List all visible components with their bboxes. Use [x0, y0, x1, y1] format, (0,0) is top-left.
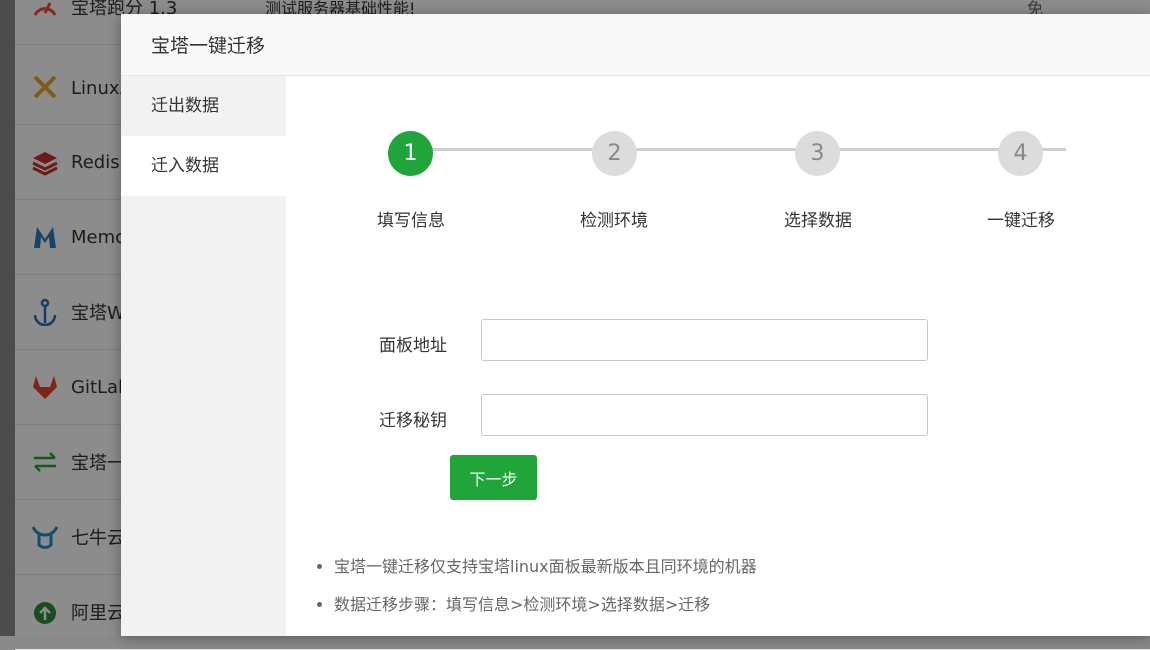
step-2-circle: 2: [592, 131, 637, 176]
next-step-button[interactable]: 下一步: [450, 455, 537, 500]
step-progress: 1 填写信息 2 检测环境 3 选择数据 4 一键迁移: [286, 76, 1150, 276]
import-content: 1 填写信息 2 检测环境 3 选择数据 4 一键迁移 面板地址 迁移秘钥 下一…: [286, 76, 1150, 636]
nav-item-export-data[interactable]: 迁出数据: [121, 76, 286, 136]
migrate-key-input[interactable]: [481, 394, 928, 436]
migration-modal: 宝塔一键迁移 迁出数据 迁入数据 1 填写信息 2 检测环境 3 选择数据 4 …: [121, 14, 1150, 636]
side-nav: 迁出数据 迁入数据: [121, 76, 286, 636]
panel-address-input[interactable]: [481, 319, 928, 361]
nav-item-import-data[interactable]: 迁入数据: [121, 136, 286, 196]
migrate-key-label: 迁移秘钥: [379, 411, 447, 431]
step-4-circle: 4: [998, 131, 1043, 176]
modal-title: 宝塔一键迁移: [121, 14, 1150, 76]
step-3-label: 选择数据: [784, 211, 852, 231]
step-4-label: 一键迁移: [987, 211, 1055, 231]
step-2-label: 检测环境: [580, 211, 648, 231]
step-3-circle: 3: [795, 131, 840, 176]
note-item: 数据迁移步骤：填写信息>检测环境>选择数据>迁移: [334, 586, 757, 624]
step-1-label: 填写信息: [377, 211, 445, 231]
note-item: 宝塔一键迁移仅支持宝塔linux面板最新版本且同环境的机器: [334, 548, 757, 586]
step-1-circle: 1: [388, 131, 433, 176]
step-track-line: [410, 148, 1066, 151]
panel-address-label: 面板地址: [379, 336, 447, 356]
modal-body: 迁出数据 迁入数据 1 填写信息 2 检测环境 3 选择数据 4 一键迁移 面板…: [121, 76, 1150, 636]
help-notes: 宝塔一键迁移仅支持宝塔linux面板最新版本且同环境的机器 数据迁移步骤：填写信…: [306, 548, 757, 624]
